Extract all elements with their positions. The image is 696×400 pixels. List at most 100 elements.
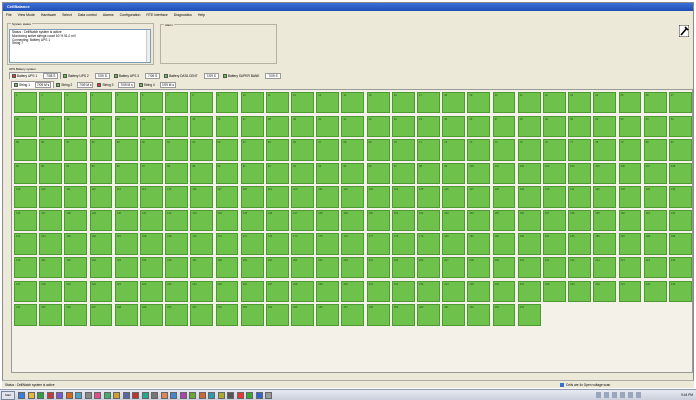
battery-cell[interactable]: 15 <box>366 92 390 114</box>
battery-cell[interactable]: 201 <box>291 257 314 279</box>
battery-cell[interactable]: 38 <box>265 115 289 137</box>
battery-cell[interactable]: 93 <box>291 162 314 185</box>
battery-cell[interactable]: 206 <box>417 257 440 279</box>
battery-cell[interactable]: 1 <box>14 92 37 114</box>
battery-cell[interactable]: 47 <box>492 115 516 137</box>
battery-cell[interactable]: 192 <box>64 257 88 279</box>
battery-cell[interactable]: 66 <box>291 139 314 161</box>
battery-cell[interactable]: 262 <box>467 304 491 326</box>
battery-cell[interactable]: 133 <box>618 186 642 208</box>
battery-cell[interactable]: 258 <box>366 304 390 326</box>
battery-cell[interactable]: 197 <box>190 257 214 279</box>
battery-cell[interactable]: 77 <box>568 139 592 161</box>
battery-cell[interactable]: 226 <box>240 280 264 303</box>
battery-cell[interactable]: 118 <box>240 186 264 208</box>
status-log-scrollbar[interactable] <box>146 30 150 62</box>
battery-cell[interactable]: 156 <box>517 209 541 232</box>
battery-cell[interactable]: 251 <box>190 304 214 326</box>
battery-cell[interactable]: 223 <box>165 280 189 303</box>
battery-cell[interactable]: 5 <box>114 92 138 114</box>
battery-cell[interactable]: 91 <box>240 162 264 185</box>
battery-cell[interactable]: 136 <box>14 209 37 232</box>
battery-cell[interactable]: 160 <box>618 209 642 232</box>
battery-cell[interactable]: 145 <box>240 209 264 232</box>
battery-cell[interactable]: 194 <box>114 257 138 279</box>
battery-cell[interactable]: 187 <box>618 233 642 255</box>
taskbar-app-icon[interactable] <box>132 392 139 399</box>
battery-cell[interactable]: 169 <box>165 233 189 255</box>
battery-cell[interactable]: 68 <box>341 139 365 161</box>
string-tab[interactable]: String 2 7/09 M s <box>54 81 95 88</box>
battery-cell[interactable]: 215 <box>643 257 667 279</box>
string-tab[interactable]: String 1 7/09 M s <box>11 81 55 88</box>
battery-cell[interactable]: 89 <box>190 162 214 185</box>
menu-item[interactable]: Help <box>198 12 205 19</box>
battery-cell[interactable]: 175 <box>316 233 340 255</box>
battery-cell[interactable]: 13 <box>316 92 340 114</box>
battery-cell[interactable]: 219 <box>64 280 88 303</box>
battery-cell[interactable]: 121 <box>316 186 340 208</box>
menu-item[interactable]: Alarms <box>103 12 114 19</box>
battery-cell[interactable]: 69 <box>366 139 390 161</box>
taskbar-app-icon[interactable] <box>46 392 54 399</box>
battery-cell[interactable]: 135 <box>668 186 692 208</box>
battery-cell[interactable]: 18 <box>442 92 466 114</box>
battery-cell[interactable]: 99 <box>442 162 466 185</box>
battery-cell[interactable]: 131 <box>568 186 592 208</box>
battery-cell[interactable]: 46 <box>467 115 491 137</box>
battery-cell[interactable]: 152 <box>417 209 440 232</box>
battery-cell[interactable]: 117 <box>215 186 239 208</box>
battery-cell[interactable]: 146 <box>265 209 289 232</box>
taskbar-app-icon[interactable] <box>103 392 111 399</box>
battery-cell[interactable]: 159 <box>593 209 617 232</box>
battery-cell[interactable]: 212 <box>568 257 592 279</box>
battery-cell[interactable]: 16 <box>391 92 415 114</box>
battery-cell[interactable]: 252 <box>215 304 239 326</box>
battery-cell[interactable]: 202 <box>316 257 340 279</box>
battery-cell[interactable]: 134 <box>643 186 667 208</box>
taskbar-app-icon[interactable] <box>151 392 158 399</box>
battery-cell[interactable]: 67 <box>316 139 340 161</box>
taskbar-app-icon[interactable] <box>113 392 120 399</box>
taskbar-app-icon[interactable] <box>198 392 206 399</box>
battery-cell[interactable]: 162 <box>668 209 692 232</box>
battery-cell[interactable]: 229 <box>316 280 340 303</box>
battery-cell[interactable]: 8 <box>190 92 214 114</box>
battery-cell[interactable]: 64 <box>240 139 264 161</box>
start-button[interactable]: Start <box>1 391 15 400</box>
taskbar-app-icon[interactable] <box>227 392 234 399</box>
battery-cell[interactable]: 78 <box>593 139 617 161</box>
battery-cell[interactable]: 139 <box>89 209 113 232</box>
taskbar-app-icon[interactable] <box>208 392 215 399</box>
battery-cell[interactable]: 142 <box>165 209 189 232</box>
battery-cell[interactable]: 170 <box>190 233 214 255</box>
battery-cell[interactable]: 75 <box>517 139 541 161</box>
battery-cell[interactable]: 257 <box>341 304 365 326</box>
system-tab[interactable]: Battery SUPER BANK 7/09 S <box>221 72 283 79</box>
battery-cell[interactable]: 164 <box>39 233 63 255</box>
battery-cell[interactable]: 203 <box>341 257 365 279</box>
menu-item[interactable]: File <box>6 12 12 19</box>
battery-cell[interactable]: 53 <box>643 115 667 137</box>
battery-cell[interactable]: 186 <box>593 233 617 255</box>
battery-cell[interactable]: 101 <box>492 162 516 185</box>
string-tab[interactable]: String 4 7/09 M s <box>137 81 178 88</box>
battery-cell[interactable]: 4 <box>89 92 113 114</box>
battery-cell[interactable]: 163 <box>14 233 37 255</box>
taskbar-app-icon[interactable] <box>122 392 130 399</box>
battery-cell[interactable]: 129 <box>517 186 541 208</box>
taskbar-app-icon[interactable] <box>84 392 92 399</box>
taskbar-app-icon[interactable] <box>179 392 187 399</box>
battery-cell[interactable]: 241 <box>618 280 642 303</box>
battery-cell[interactable]: 148 <box>316 209 340 232</box>
battery-cell[interactable]: 49 <box>542 115 566 137</box>
battery-cell[interactable]: 166 <box>89 233 113 255</box>
battery-cell[interactable]: 31 <box>89 115 113 137</box>
battery-cell[interactable]: 48 <box>517 115 541 137</box>
menu-item[interactable]: Diagnostics <box>174 12 192 19</box>
battery-cell[interactable]: 213 <box>593 257 617 279</box>
battery-cell[interactable]: 178 <box>391 233 415 255</box>
battery-cell[interactable]: 123 <box>366 186 390 208</box>
battery-cell[interactable]: 147 <box>291 209 314 232</box>
battery-cell[interactable]: 50 <box>568 115 592 137</box>
